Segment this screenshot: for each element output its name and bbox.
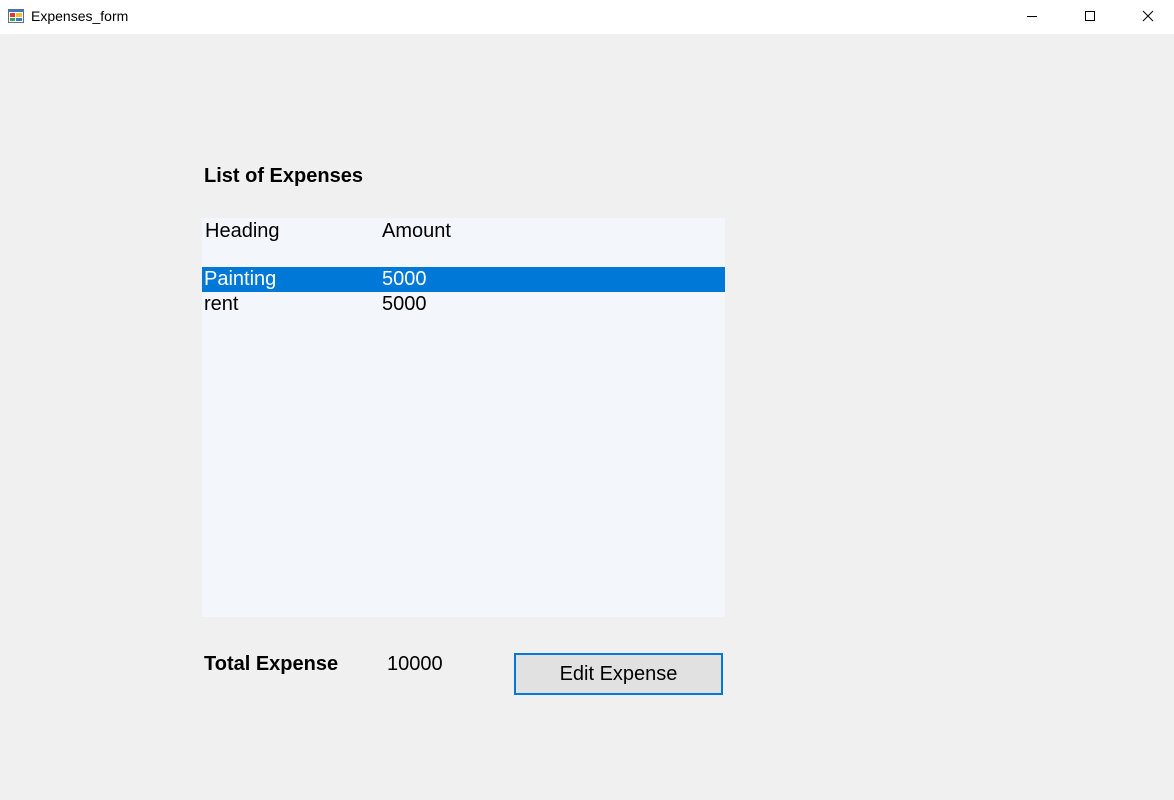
item-heading: rent [204, 293, 239, 315]
listview-header: Heading Amount [202, 218, 725, 244]
list-item[interactable]: Painting 5000 [202, 267, 725, 292]
item-amount: 5000 [382, 268, 427, 290]
title-bar[interactable]: Expenses_form [0, 0, 1174, 34]
window-title: Expenses_form [31, 8, 129, 24]
expenses-listview[interactable]: Heading Amount Painting 5000 rent 5000 [202, 218, 725, 617]
close-button[interactable] [1119, 0, 1174, 32]
total-expense-label: Total Expense [204, 653, 339, 675]
close-icon [1142, 10, 1154, 22]
maximize-button[interactable] [1061, 0, 1119, 32]
winforms-app-icon [8, 9, 24, 23]
maximize-icon [1085, 11, 1095, 21]
total-expense-value: 10000 [387, 653, 443, 675]
expenses-form-window: Expenses_form List of Expenses Heading A… [0, 0, 1174, 800]
column-header-heading[interactable]: Heading [205, 219, 280, 243]
list-item[interactable]: rent 5000 [202, 292, 725, 317]
list-title: List of Expenses [204, 165, 363, 187]
minimize-icon [1027, 16, 1037, 17]
item-amount: 5000 [382, 293, 427, 315]
minimize-button[interactable] [1003, 0, 1061, 32]
column-header-amount[interactable]: Amount [382, 219, 451, 243]
edit-expense-button[interactable]: Edit Expense [514, 653, 723, 695]
item-heading: Painting [204, 268, 277, 290]
